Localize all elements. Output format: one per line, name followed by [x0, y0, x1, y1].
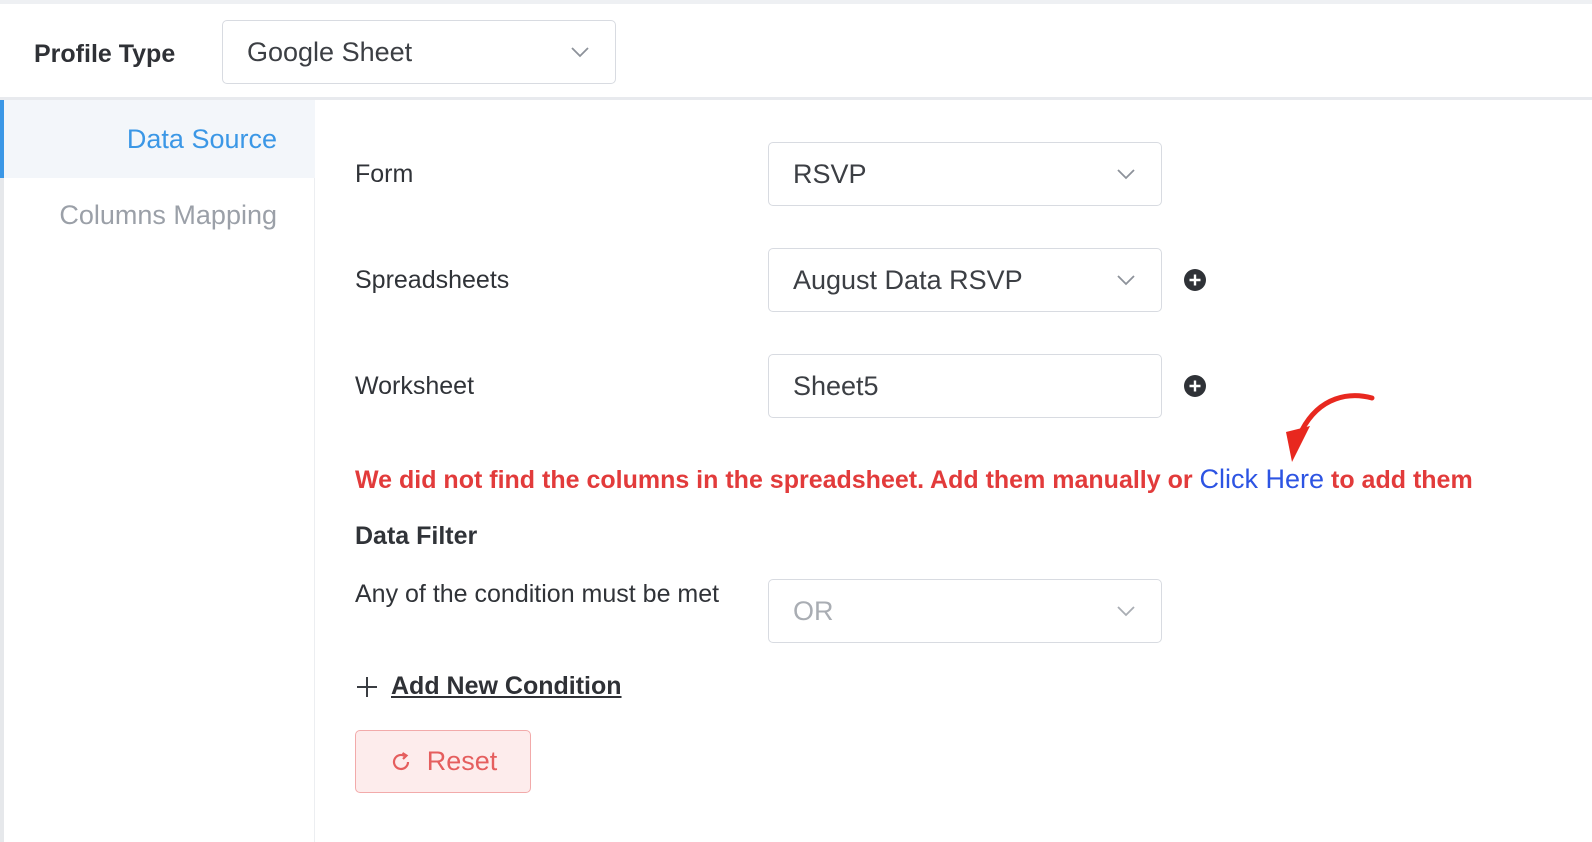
form-select[interactable]: RSVP [768, 142, 1162, 206]
worksheet-label: Worksheet [355, 372, 475, 400]
add-new-condition-label: Add New Condition [391, 672, 622, 700]
plus-icon [355, 675, 379, 699]
sidebar: Data Source Columns Mapping [0, 100, 315, 842]
chevron-down-icon [1117, 168, 1135, 180]
condition-label: Any of the condition must be met [355, 580, 720, 608]
spreadsheets-select[interactable]: August Data RSVP [768, 248, 1162, 312]
add-worksheet-plus-circle-icon[interactable] [1183, 374, 1207, 398]
data-filter-title: Data Filter [355, 522, 478, 550]
spreadsheets-select-value: August Data RSVP [793, 264, 1023, 295]
click-here-link[interactable]: Click Here [1200, 464, 1325, 494]
chevron-down-icon [1117, 274, 1135, 286]
sidebar-item-columns-mapping[interactable]: Columns Mapping [4, 176, 315, 254]
condition-select[interactable]: OR [768, 579, 1162, 643]
reset-label: Reset [426, 746, 498, 776]
add-spreadsheet-plus-circle-icon[interactable] [1183, 268, 1207, 292]
chevron-down-icon [571, 46, 589, 58]
spreadsheets-label: Spreadsheets [355, 266, 510, 294]
error-message-suffix: to add them [1324, 466, 1473, 494]
form-label: Form [355, 160, 414, 188]
profile-type-select[interactable]: Google Sheet [222, 20, 616, 84]
refresh-icon [389, 750, 413, 774]
reset-button[interactable]: Reset [355, 730, 531, 793]
profile-type-label: Profile Type [34, 40, 176, 68]
worksheet-input[interactable]: Sheet5 [768, 354, 1162, 418]
columns-not-found-message: We did not find the columns in the sprea… [355, 464, 1473, 495]
profile-type-value: Google Sheet [247, 36, 413, 67]
condition-select-value: OR [793, 595, 834, 626]
error-message-text: We did not find the columns in the sprea… [355, 466, 1200, 494]
profile-type-bar: Profile Type Google Sheet [0, 0, 1592, 100]
form-select-value: RSVP [793, 158, 867, 189]
add-new-condition-button[interactable]: Add New Condition [355, 672, 622, 701]
sidebar-item-data-source[interactable]: Data Source [0, 100, 315, 178]
worksheet-input-value: Sheet5 [793, 370, 879, 401]
arrow-annotation-icon [1280, 390, 1380, 466]
chevron-down-icon [1117, 605, 1135, 617]
